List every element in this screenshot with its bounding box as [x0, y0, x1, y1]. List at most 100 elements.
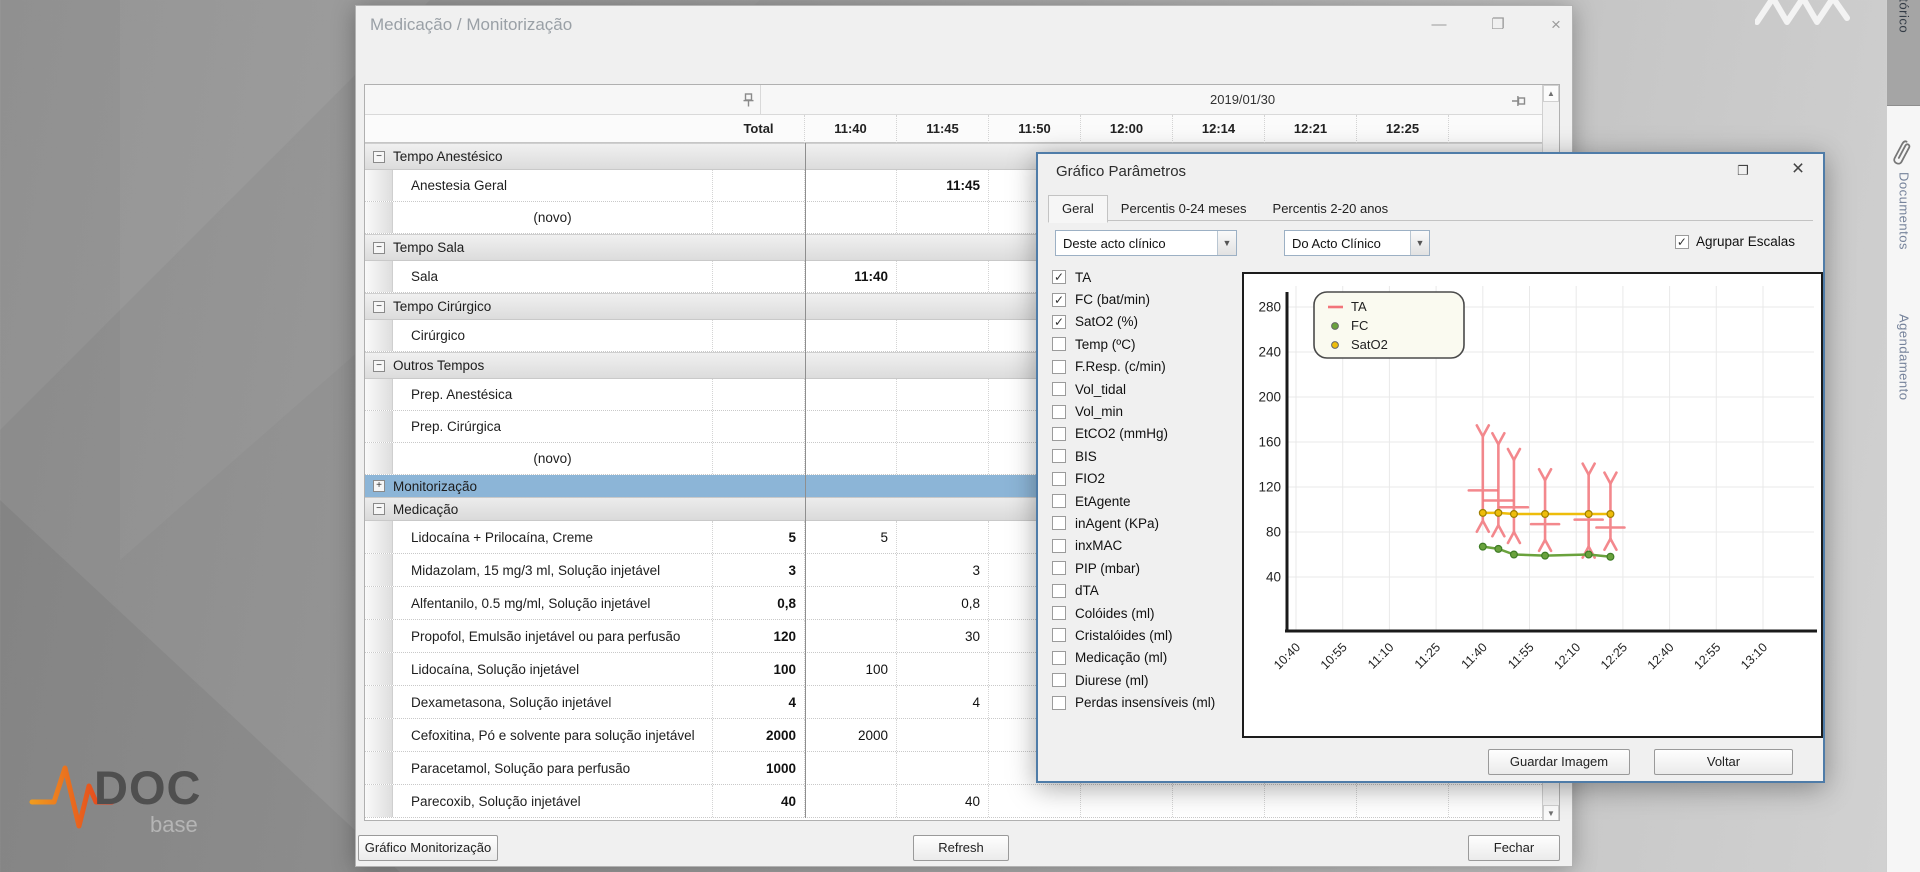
new-entry-cell[interactable]: (novo) — [393, 202, 713, 233]
column-header-12:00[interactable]: 12:00 — [1081, 115, 1173, 143]
parameter-item[interactable]: Diurese (ml) — [1052, 669, 1238, 691]
value-cell[interactable]: 4 — [713, 686, 805, 718]
checkbox-icon[interactable] — [1052, 405, 1066, 419]
value-cell[interactable] — [805, 202, 897, 233]
value-cell[interactable] — [805, 443, 897, 474]
row-handle[interactable] — [365, 554, 393, 586]
value-cell[interactable] — [805, 170, 897, 201]
parameter-item[interactable]: Temp (ºC) — [1052, 333, 1238, 355]
value-cell[interactable] — [897, 719, 989, 751]
value-cell[interactable] — [805, 320, 897, 351]
value-cell[interactable] — [897, 521, 989, 553]
chevron-down-icon[interactable]: ▼ — [1217, 231, 1236, 255]
row-handle[interactable] — [365, 587, 393, 619]
scope-combobox[interactable]: Do Acto Clínico ▼ — [1284, 230, 1430, 256]
value-cell[interactable] — [713, 170, 805, 201]
row-handle[interactable] — [365, 320, 393, 351]
tab-percentis-2-20-anos[interactable]: Percentis 2-20 anos — [1260, 196, 1402, 222]
row-handle[interactable] — [365, 261, 393, 292]
row-handle[interactable] — [365, 653, 393, 685]
value-cell[interactable]: 1000 — [713, 752, 805, 784]
refresh-button[interactable]: Refresh — [913, 835, 1009, 861]
value-cell[interactable] — [713, 202, 805, 233]
parameter-item[interactable]: Perdas insensíveis (ml) — [1052, 691, 1238, 713]
row-handle[interactable] — [365, 521, 393, 553]
value-cell[interactable] — [713, 320, 805, 351]
value-cell[interactable] — [1173, 785, 1265, 817]
parameter-item[interactable]: PIP (mbar) — [1052, 557, 1238, 579]
parameter-item[interactable]: BIS — [1052, 445, 1238, 467]
value-cell[interactable] — [989, 785, 1081, 817]
value-cell[interactable]: 40 — [897, 785, 989, 817]
checkbox-icon[interactable] — [1052, 449, 1066, 463]
column-header-12:25[interactable]: 12:25 — [1357, 115, 1449, 143]
value-cell[interactable] — [805, 587, 897, 619]
checkbox-icon[interactable] — [1052, 516, 1066, 530]
scroll-up-icon[interactable]: ▲ — [1543, 85, 1559, 102]
row-handle[interactable] — [365, 719, 393, 751]
sidebar-tab-agendamento[interactable]: Agendamento — [1887, 314, 1920, 474]
collapse-icon[interactable]: − — [373, 360, 385, 372]
parameter-item[interactable]: dTA — [1052, 579, 1238, 601]
parameter-item[interactable]: ✓FC (bat/min) — [1052, 288, 1238, 310]
value-cell[interactable] — [713, 379, 805, 410]
scroll-down-icon[interactable]: ▼ — [1543, 805, 1559, 821]
row-handle[interactable] — [365, 170, 393, 201]
value-cell[interactable]: 40 — [713, 785, 805, 817]
parameter-item[interactable]: Vol_tidal — [1052, 378, 1238, 400]
parameter-item[interactable]: Medicação (ml) — [1052, 647, 1238, 669]
source-combobox[interactable]: Deste acto clínico ▼ — [1055, 230, 1237, 256]
collapse-icon[interactable]: − — [373, 301, 385, 313]
parameter-item[interactable]: EtAgente — [1052, 490, 1238, 512]
value-cell[interactable]: 120 — [713, 620, 805, 652]
parameter-item[interactable]: FIO2 — [1052, 468, 1238, 490]
new-entry-cell[interactable]: (novo) — [393, 443, 713, 474]
value-cell[interactable] — [713, 443, 805, 474]
value-cell[interactable]: 11:45 — [897, 170, 989, 201]
value-cell[interactable] — [897, 202, 989, 233]
column-header-11:40[interactable]: 11:40 — [805, 115, 897, 143]
value-cell[interactable]: 2000 — [805, 719, 897, 751]
value-cell[interactable] — [805, 411, 897, 442]
value-cell[interactable] — [1265, 785, 1357, 817]
parameter-item[interactable]: Colóides (ml) — [1052, 602, 1238, 624]
parameter-item[interactable]: inxMAC — [1052, 535, 1238, 557]
maximize-icon[interactable]: ❐ — [1484, 14, 1512, 36]
parameter-item[interactable]: EtCO2 (mmHg) — [1052, 423, 1238, 445]
checkbox-icon[interactable] — [1052, 561, 1066, 575]
row-handle[interactable] — [365, 752, 393, 784]
value-cell[interactable]: 5 — [805, 521, 897, 553]
value-cell[interactable]: 0,8 — [713, 587, 805, 619]
dialog-close-icon[interactable]: × — [1786, 157, 1810, 181]
value-cell[interactable] — [805, 686, 897, 718]
column-header-12:21[interactable]: 12:21 — [1265, 115, 1357, 143]
voltar-button[interactable]: Voltar — [1654, 749, 1793, 775]
parameter-item[interactable]: ✓SatO2 (%) — [1052, 311, 1238, 333]
value-cell[interactable] — [805, 752, 897, 784]
tab-geral[interactable]: Geral — [1048, 195, 1108, 223]
sidebar-tab-documentos[interactable]: Documentos — [1887, 138, 1920, 296]
table-row[interactable]: Parecoxib, Solução injetável4040 — [365, 785, 1544, 818]
checkbox-icon[interactable]: ✓ — [1052, 315, 1066, 329]
checkbox-icon[interactable] — [1052, 673, 1066, 687]
value-cell[interactable] — [897, 653, 989, 685]
value-cell[interactable] — [1081, 785, 1173, 817]
guardar-imagem-button[interactable]: Guardar Imagem — [1488, 749, 1630, 775]
value-cell[interactable] — [897, 261, 989, 292]
row-handle[interactable] — [365, 443, 393, 474]
chevron-down-icon[interactable]: ▼ — [1410, 231, 1429, 255]
value-cell[interactable]: 3 — [897, 554, 989, 586]
parameter-item[interactable]: Vol_min — [1052, 400, 1238, 422]
value-cell[interactable] — [897, 379, 989, 410]
value-cell[interactable] — [897, 411, 989, 442]
value-cell[interactable] — [805, 379, 897, 410]
checkbox-icon[interactable] — [1052, 606, 1066, 620]
value-cell[interactable]: 3 — [713, 554, 805, 586]
checkbox-icon[interactable]: ✓ — [1052, 293, 1066, 307]
collapse-icon[interactable]: − — [373, 242, 385, 254]
value-cell[interactable]: 100 — [713, 653, 805, 685]
value-cell[interactable] — [805, 785, 897, 817]
pin-icon[interactable] — [743, 93, 754, 107]
value-cell[interactable] — [1357, 785, 1449, 817]
tab-percentis-0-24-meses[interactable]: Percentis 0-24 meses — [1108, 196, 1260, 222]
